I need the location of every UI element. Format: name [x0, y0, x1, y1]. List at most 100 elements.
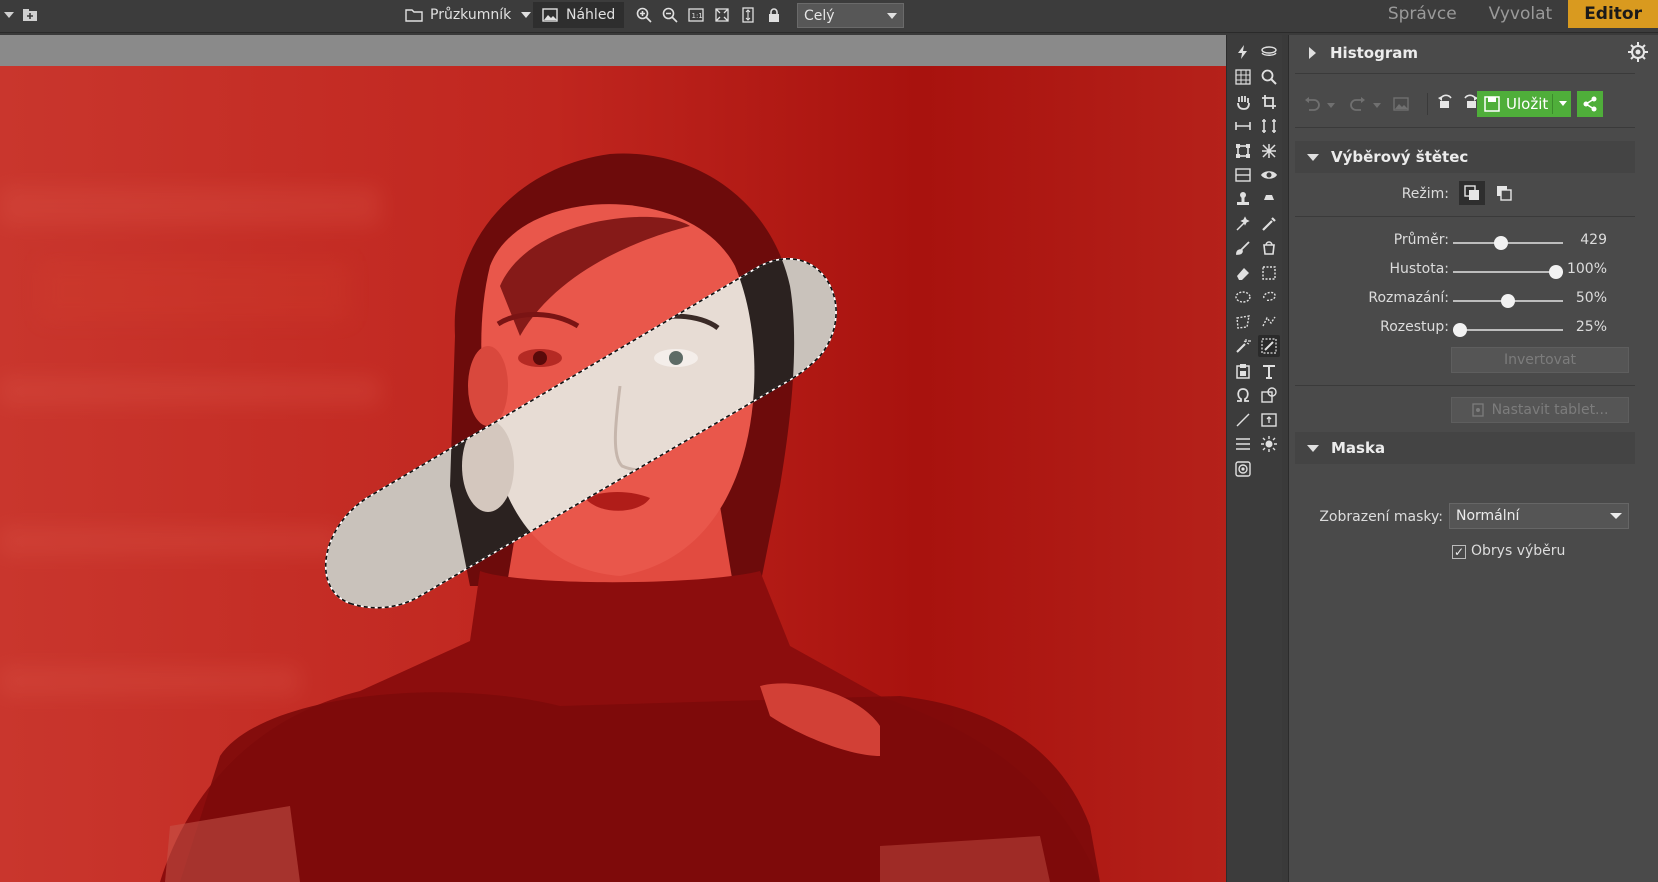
eye-icon[interactable] [1258, 164, 1280, 186]
share-button[interactable] [1577, 91, 1603, 117]
outline-label: Obrys výběru [1471, 543, 1566, 559]
selection-add-icon [1464, 185, 1479, 200]
perspective-icon[interactable] [1258, 140, 1280, 162]
settings-gear-icon[interactable] [1627, 41, 1649, 63]
save-button[interactable]: Uložit [1477, 91, 1571, 117]
slider-rozestup[interactable] [1453, 323, 1563, 337]
selection-brush-header[interactable]: Výběrový štětec [1295, 141, 1635, 173]
zoom-select[interactable]: Celý [797, 3, 904, 28]
tab-spravce[interactable]: Správce [1372, 0, 1473, 28]
slider-label-hustota: Hustota: [1389, 261, 1449, 277]
chevron-down-icon [1610, 513, 1622, 519]
tools-strip [1226, 35, 1282, 882]
menu-dropdown[interactable] [4, 0, 38, 30]
tablet-icon [1471, 403, 1484, 417]
check-icon: ✓ [1453, 545, 1465, 559]
slider-label-rozestup: Rozestup: [1380, 319, 1449, 335]
zoom-in-icon[interactable] [634, 5, 654, 25]
heal-icon[interactable] [1258, 213, 1280, 235]
hand-icon[interactable] [1232, 91, 1254, 113]
slider-thumb[interactable] [1494, 236, 1509, 250]
frame-icon[interactable] [1258, 409, 1280, 431]
zoom-icon[interactable] [1258, 66, 1280, 88]
crop-icon[interactable] [1258, 91, 1280, 113]
lasso-icon[interactable] [1258, 286, 1280, 308]
divider [1295, 216, 1635, 217]
redo-dropdown-icon[interactable] [1373, 102, 1381, 108]
outline-checkbox[interactable]: ✓ [1452, 545, 1466, 559]
save-dropdown-icon[interactable] [1559, 101, 1567, 106]
save-label: Uložit [1506, 95, 1549, 113]
chevron-down-icon [521, 12, 532, 18]
brush-wand-icon[interactable] [1232, 213, 1254, 235]
magic-wand-icon[interactable] [1232, 335, 1254, 357]
poly-select-icon[interactable] [1232, 311, 1254, 333]
tab-vyvolat[interactable]: Vyvolat [1473, 0, 1569, 28]
text-icon[interactable] [1258, 360, 1280, 382]
actual-size-icon[interactable]: 1:1 [686, 5, 706, 25]
mask-view-label: Zobrazení masky: [1319, 509, 1443, 525]
eraser-icon[interactable] [1232, 262, 1254, 284]
mode-add-button[interactable] [1459, 181, 1485, 205]
mask-view-value: Normální [1456, 508, 1520, 524]
clipboard-icon[interactable] [1232, 360, 1254, 382]
collapse-arrow-icon [1307, 444, 1319, 452]
mode-subtract-button[interactable] [1491, 181, 1517, 205]
bucket-icon[interactable] [1258, 237, 1280, 259]
divider [1552, 94, 1553, 114]
lens-icon[interactable] [1232, 458, 1254, 480]
slider-value-rozmazani: 50% [1575, 290, 1607, 306]
selection-brush-icon[interactable] [1258, 335, 1280, 357]
divider [1295, 385, 1635, 386]
mask-header[interactable]: Maska [1295, 432, 1635, 464]
smudge-icon[interactable] [1258, 188, 1280, 210]
image-canvas[interactable] [0, 66, 1226, 882]
shape-icon[interactable] [1258, 384, 1280, 406]
redo-icon[interactable] [1349, 95, 1367, 115]
zoom-controls: 1:1 [634, 0, 784, 30]
ellipse-select-icon[interactable] [1232, 286, 1254, 308]
zoom-out-icon[interactable] [660, 5, 680, 25]
transform-icon[interactable] [1232, 140, 1254, 162]
sun-icon[interactable] [1258, 433, 1280, 455]
fit-screen-icon[interactable] [712, 5, 732, 25]
brush-icon[interactable] [1232, 237, 1254, 259]
slider-thumb[interactable] [1501, 294, 1515, 308]
slider-thumb[interactable] [1549, 265, 1563, 279]
lock-icon[interactable] [764, 5, 784, 25]
invert-button[interactable]: Invertovat [1451, 347, 1629, 373]
original-image-icon[interactable] [1393, 96, 1409, 115]
rotate-left-icon[interactable] [1437, 93, 1455, 115]
histogram-title: Histogram [1330, 44, 1418, 62]
tablet-settings-button[interactable]: Nastavit tablet... [1451, 397, 1629, 423]
explorer-label: Průzkumník [430, 7, 512, 23]
slider-rozmazani[interactable] [1453, 294, 1563, 308]
stamp-icon[interactable] [1232, 188, 1254, 210]
line-icon[interactable] [1232, 409, 1254, 431]
magnetic-lasso-icon[interactable] [1258, 311, 1280, 333]
fit-height-icon[interactable] [738, 5, 758, 25]
explorer-button[interactable]: Průzkumník [405, 0, 532, 30]
straighten-icon[interactable] [1258, 115, 1280, 137]
slider-thumb[interactable] [1453, 323, 1467, 337]
preview-button[interactable]: Náhled [533, 2, 625, 28]
tab-editor[interactable]: Editor [1568, 0, 1658, 28]
undo-dropdown-icon[interactable] [1327, 102, 1335, 108]
grid-icon[interactable] [1232, 66, 1254, 88]
mask-view-select[interactable]: Normální [1449, 503, 1629, 529]
layers-icon[interactable] [1258, 41, 1280, 63]
gradient-icon[interactable] [1232, 164, 1254, 186]
undo-icon[interactable] [1303, 95, 1321, 115]
slider-hustota[interactable] [1453, 265, 1563, 279]
slider-value-rozestup: 25% [1575, 319, 1607, 335]
rect-select-icon[interactable] [1258, 262, 1280, 284]
rotate-controls [1437, 93, 1479, 115]
omega-icon[interactable] [1232, 384, 1254, 406]
mask-title: Maska [1331, 439, 1386, 457]
mode-label: Režim: [1401, 186, 1449, 202]
bolt-icon[interactable] [1232, 41, 1254, 63]
histogram-header[interactable]: Histogram [1295, 37, 1635, 69]
lines-icon[interactable] [1232, 433, 1254, 455]
slider-prumer[interactable] [1453, 236, 1563, 250]
measure-icon[interactable] [1232, 115, 1254, 137]
